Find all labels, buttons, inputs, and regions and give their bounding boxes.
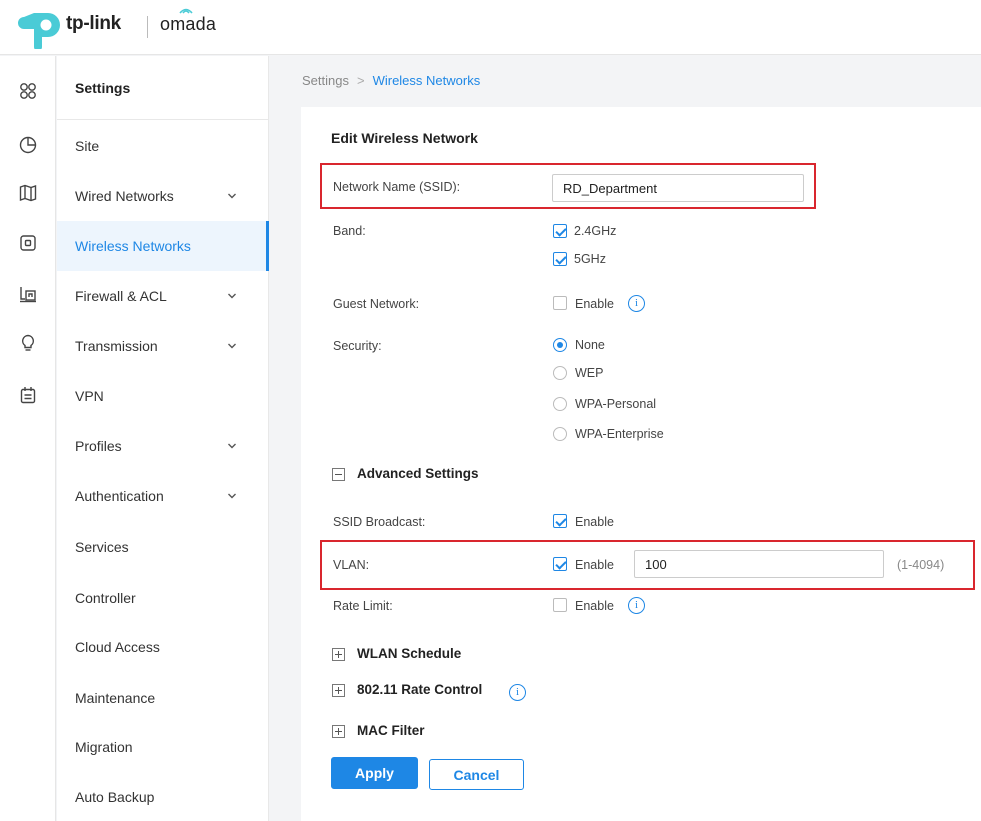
security-none-radio[interactable] xyxy=(553,338,567,352)
rate-control-info-icon[interactable]: i xyxy=(509,684,526,701)
vlan-enable-checkbox[interactable] xyxy=(553,557,567,571)
sidebar-item-wireless-networks[interactable]: Wireless Networks xyxy=(57,221,269,271)
bulb-icon[interactable] xyxy=(17,332,39,354)
breadcrumb-separator: > xyxy=(356,73,365,88)
ssid-broadcast-enable-label: Enable xyxy=(575,515,614,529)
wlan-schedule-title[interactable]: WLAN Schedule xyxy=(357,646,461,661)
band-label: Band: xyxy=(333,224,366,238)
sidebar-item-authentication[interactable]: Authentication xyxy=(57,471,269,521)
security-wep-label: WEP xyxy=(575,366,604,380)
sidebar-item-auto-backup[interactable]: Auto Backup xyxy=(57,772,269,821)
security-wpa-enterprise-radio[interactable] xyxy=(553,427,567,441)
band-5g-checkbox[interactable] xyxy=(553,252,567,266)
page-title: Edit Wireless Network xyxy=(331,130,478,146)
advanced-collapse-toggle[interactable] xyxy=(332,468,345,481)
band-2g-checkbox[interactable] xyxy=(553,224,567,238)
sidebar-title: Settings xyxy=(75,80,131,96)
chevron-down-icon xyxy=(228,443,236,449)
breadcrumb-current: Wireless Networks xyxy=(372,73,481,88)
apply-button[interactable]: Apply xyxy=(331,757,418,789)
ssid-broadcast-checkbox[interactable] xyxy=(553,514,567,528)
cancel-button[interactable]: Cancel xyxy=(429,759,524,790)
edit-wireless-card xyxy=(301,107,981,821)
top-header: tp-link omada xyxy=(0,0,981,55)
rate-limit-enable-label: Enable xyxy=(575,599,614,613)
rate-control-title[interactable]: 802.11 Rate Control xyxy=(357,682,482,697)
settings-sidebar: Settings Site Wired Networks Wireless Ne… xyxy=(57,56,269,821)
security-label: Security: xyxy=(333,339,382,353)
ssid-broadcast-label: SSID Broadcast: xyxy=(333,515,426,529)
rate-limit-info-icon[interactable]: i xyxy=(628,597,645,614)
dashboard-icon[interactable] xyxy=(17,80,39,102)
chevron-down-icon xyxy=(228,343,236,349)
sidebar-item-services[interactable]: Services xyxy=(57,522,269,572)
statistics-icon[interactable] xyxy=(17,134,39,156)
chevron-down-icon xyxy=(228,493,236,499)
sidebar-item-cloud-access[interactable]: Cloud Access xyxy=(57,622,269,672)
sidebar-header: Settings xyxy=(57,56,269,120)
security-wpa-personal-label: WPA-Personal xyxy=(575,397,657,411)
chevron-down-icon xyxy=(228,193,236,199)
rate-control-expand-toggle[interactable] xyxy=(332,684,345,697)
wlan-schedule-expand-toggle[interactable] xyxy=(332,648,345,661)
mac-filter-title[interactable]: MAC Filter xyxy=(357,723,425,738)
sidebar-item-site[interactable]: Site xyxy=(57,121,269,171)
chevron-down-icon xyxy=(228,293,236,299)
vlan-id-input[interactable] xyxy=(634,550,884,578)
security-none-label: None xyxy=(575,338,605,352)
wifi-wave-icon xyxy=(179,8,193,14)
guest-network-label: Guest Network: xyxy=(333,297,420,311)
logo-divider xyxy=(147,16,148,38)
tp-link-logo-icon xyxy=(18,13,60,49)
breadcrumb-root[interactable]: Settings xyxy=(302,73,349,88)
insight-icon[interactable] xyxy=(17,283,39,305)
ssid-label: Network Name (SSID): xyxy=(333,180,461,194)
sidebar-item-transmission[interactable]: Transmission xyxy=(57,321,269,371)
rate-limit-checkbox[interactable] xyxy=(553,598,567,612)
advanced-settings-title[interactable]: Advanced Settings xyxy=(357,466,479,481)
vlan-label: VLAN: xyxy=(333,558,370,572)
sidebar-item-controller[interactable]: Controller xyxy=(57,573,269,623)
icon-rail xyxy=(0,56,56,821)
sidebar-item-profiles[interactable]: Profiles xyxy=(57,421,269,471)
guest-info-icon[interactable]: i xyxy=(628,295,645,312)
product-name: omada xyxy=(160,14,217,34)
sidebar-item-firewall-acl[interactable]: Firewall & ACL xyxy=(57,271,269,321)
band-2g-label: 2.4GHz xyxy=(574,224,617,238)
sidebar-item-migration[interactable]: Migration xyxy=(57,722,269,772)
map-icon[interactable] xyxy=(17,182,39,204)
vlan-range-hint: (1-4094) xyxy=(897,558,945,572)
security-wpa-enterprise-label: WPA-Enterprise xyxy=(575,427,664,441)
sidebar-item-wired-networks[interactable]: Wired Networks xyxy=(57,171,269,221)
ssid-input[interactable] xyxy=(552,174,804,202)
band-5g-label: 5GHz xyxy=(574,252,606,266)
security-wpa-personal-radio[interactable] xyxy=(553,397,567,411)
sidebar-item-vpn[interactable]: VPN xyxy=(57,371,269,421)
guest-network-checkbox[interactable] xyxy=(553,296,567,310)
log-icon[interactable] xyxy=(17,384,39,406)
guest-network-enable-label: Enable xyxy=(575,297,614,311)
mac-filter-expand-toggle[interactable] xyxy=(332,725,345,738)
devices-icon[interactable] xyxy=(17,232,39,254)
brand-name: tp-link xyxy=(66,13,121,34)
rate-limit-label: Rate Limit: xyxy=(333,599,393,613)
breadcrumb: Settings > Wireless Networks xyxy=(302,73,480,88)
sidebar-item-maintenance[interactable]: Maintenance xyxy=(57,673,269,723)
vlan-enable-label: Enable xyxy=(575,558,614,572)
security-wep-radio[interactable] xyxy=(553,366,567,380)
